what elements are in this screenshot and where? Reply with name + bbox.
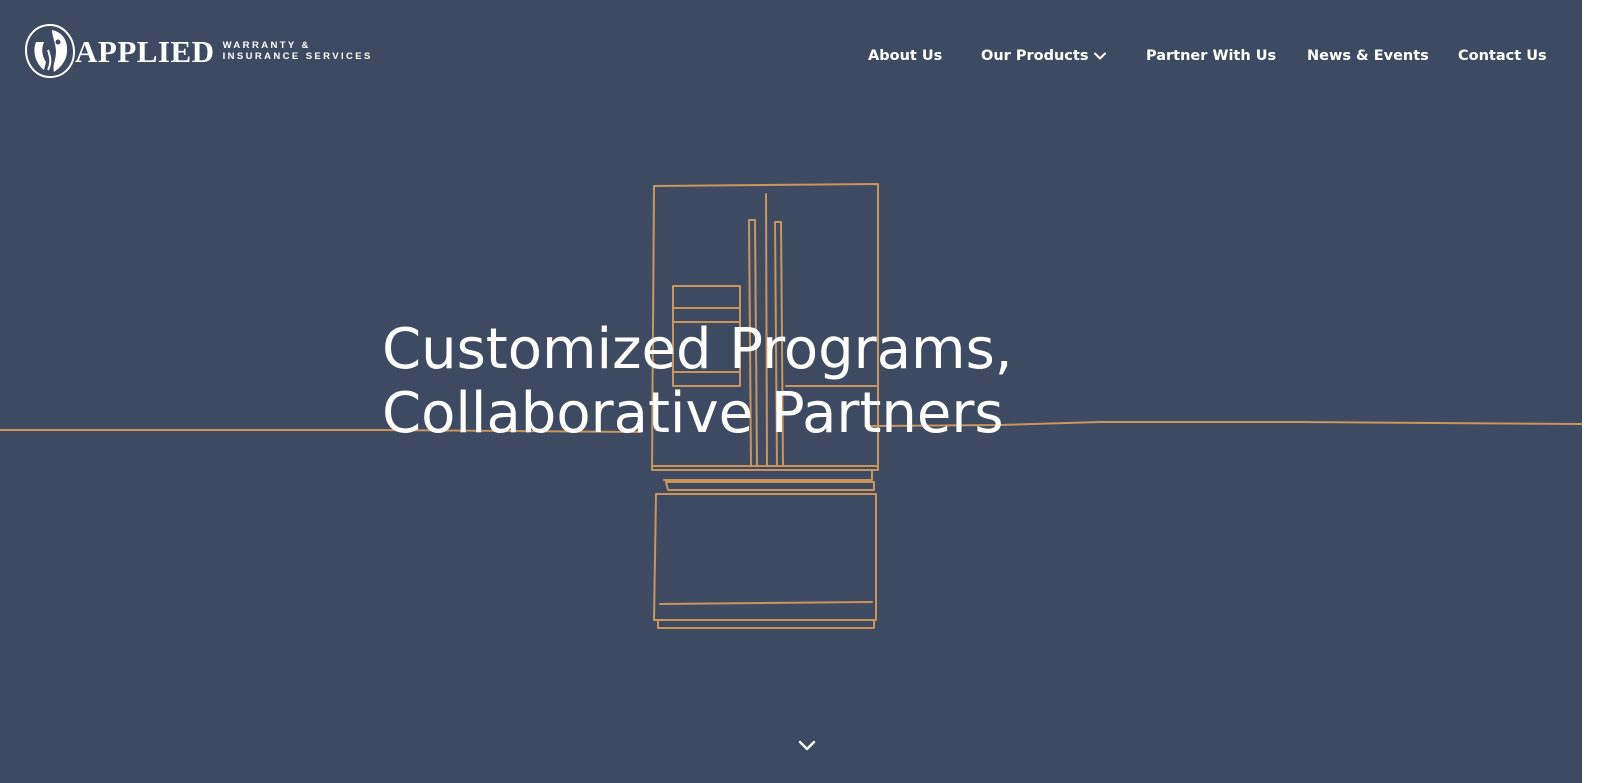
scroll-down-chevron-icon[interactable] <box>795 736 819 756</box>
nav-our-products[interactable]: Our Products <box>981 44 1107 68</box>
nav-partner-with-us[interactable]: Partner With Us <box>1146 44 1276 68</box>
nav-partner-with-us-label: Partner With Us <box>1146 48 1277 64</box>
hero-headline-line2: Collaborative Partners <box>382 381 1004 446</box>
nav-news-events[interactable]: News & Events <box>1307 44 1429 68</box>
main-navigation: About Us Our Products Partner With Us Ne… <box>0 44 1582 68</box>
page: APPLIED WARRANTY & INSURANCE SERVICES Ab… <box>0 0 1600 783</box>
hero-section: APPLIED WARRANTY & INSURANCE SERVICES Ab… <box>0 0 1582 783</box>
nav-about-us[interactable]: About Us <box>868 44 942 68</box>
hero-headline: Customized Programs, Collaborative Partn… <box>382 318 1013 446</box>
hero-headline-line1: Customized Programs, <box>382 317 1013 382</box>
nav-contact-us-label: Contact Us <box>1458 48 1547 64</box>
nav-news-events-label: News & Events <box>1307 48 1429 64</box>
nav-about-us-label: About Us <box>868 48 943 64</box>
chevron-down-icon <box>1094 52 1107 60</box>
scrollbar-gutter <box>1582 0 1600 783</box>
nav-our-products-label: Our Products <box>981 48 1089 64</box>
nav-contact-us[interactable]: Contact Us <box>1458 44 1547 68</box>
